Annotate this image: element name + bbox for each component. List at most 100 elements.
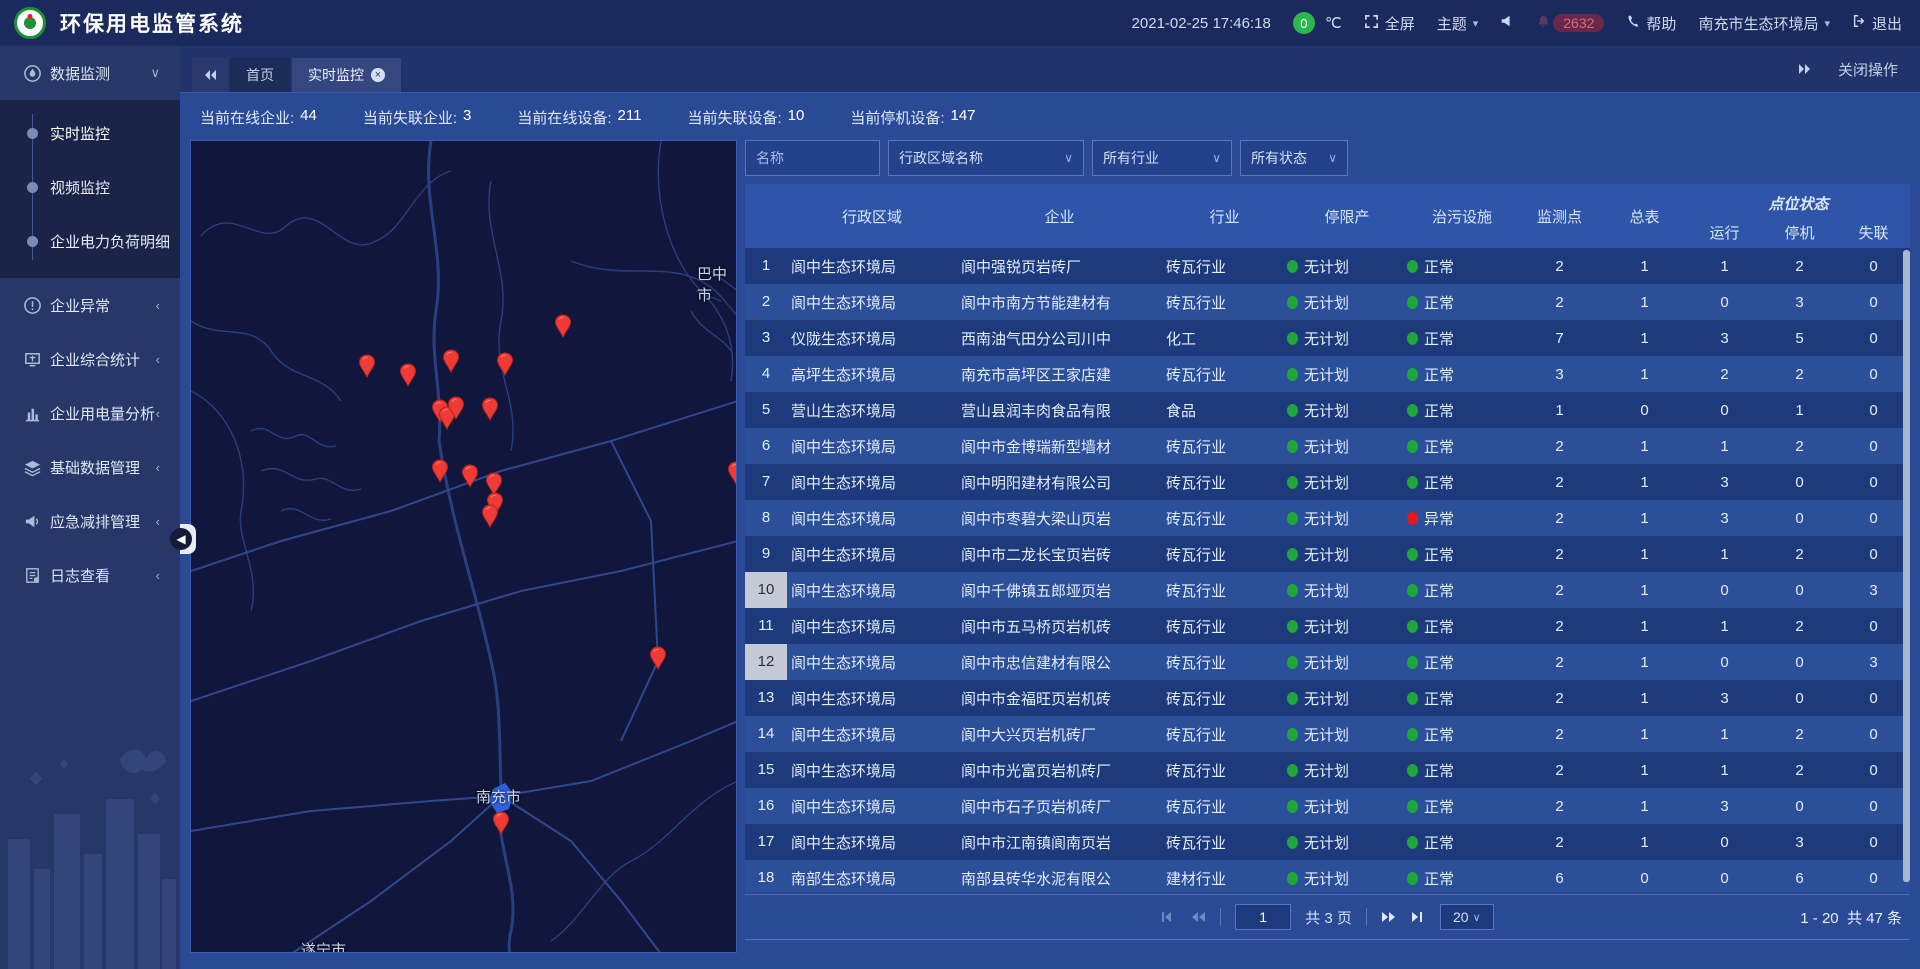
- tabs-scroll-right-button[interactable]: [1798, 63, 1812, 75]
- sidebar-subitem-label: 企业电力负荷明细: [50, 231, 170, 252]
- theme-dropdown[interactable]: 主题▾: [1437, 13, 1479, 34]
- table-row[interactable]: 7阆中生态环境局阆中明阳建材有限公司砖瓦行业无计划正常21300: [745, 464, 1910, 500]
- tabs-scroll-left-button[interactable]: [192, 58, 228, 92]
- org-dropdown[interactable]: 南充市生态环境局▾: [1698, 13, 1830, 34]
- table-row[interactable]: 6阆中生态环境局阆中市金博瑞新型墙材砖瓦行业无计划正常21120: [745, 428, 1910, 464]
- notifications-button[interactable]: 2632: [1536, 14, 1604, 33]
- table-row[interactable]: 1阆中生态环境局阆中强锐页岩砖厂砖瓦行业无计划正常21120: [745, 248, 1910, 284]
- map-pin[interactable]: [358, 354, 376, 379]
- status-dot-green-icon: [1287, 512, 1298, 525]
- cell-stop-count: 1: [1762, 402, 1837, 419]
- first-page-button[interactable]: [1161, 911, 1176, 923]
- map-pin[interactable]: [481, 397, 499, 422]
- table-row[interactable]: 17阆中生态环境局阆中市江南镇阆南页岩砖瓦行业无计划正常21030: [745, 824, 1910, 860]
- table-row[interactable]: 12阆中生态环境局阆中市忠信建材有限公砖瓦行业无计划正常21003: [745, 644, 1910, 680]
- logout-icon: [1852, 14, 1866, 32]
- sidebar-item-企业用电量分析[interactable]: 企业用电量分析‹: [0, 386, 180, 440]
- fullscreen-button[interactable]: 全屏: [1364, 13, 1415, 34]
- table-row[interactable]: 14阆中生态环境局阆中大兴页岩机砖厂砖瓦行业无计划正常21120: [745, 716, 1910, 752]
- map-pin[interactable]: [431, 459, 449, 484]
- table-row[interactable]: 13阆中生态环境局阆中市金福旺页岩机砖砖瓦行业无计划正常21300: [745, 680, 1910, 716]
- table-row[interactable]: 4高坪生态环境局南充市高坪区王家店建砖瓦行业无计划正常31220: [745, 356, 1910, 392]
- table-row[interactable]: 2阆中生态环境局阆中市南方节能建材有砖瓦行业无计划正常21030: [745, 284, 1910, 320]
- status-dot-green-icon: [1287, 332, 1298, 345]
- stat-value: 147: [951, 107, 976, 128]
- tab-close-icon[interactable]: ×: [371, 68, 385, 82]
- tab-首页[interactable]: 首页: [230, 58, 290, 92]
- tab-实时监控[interactable]: 实时监控×: [292, 58, 401, 92]
- industry-select[interactable]: 所有行业∨: [1092, 140, 1232, 176]
- map-pin[interactable]: [481, 504, 499, 529]
- sidebar-collapse-toggle[interactable]: ◀: [180, 524, 196, 554]
- cell-stop-count: 0: [1762, 582, 1837, 599]
- sidebar-item-日志查看[interactable]: 日志查看‹: [0, 548, 180, 602]
- sidebar-item-基础数据管理[interactable]: 基础数据管理‹: [0, 440, 180, 494]
- status-select[interactable]: 所有状态∨: [1240, 140, 1348, 176]
- name-search-input[interactable]: [745, 140, 880, 176]
- logout-button[interactable]: 退出: [1852, 13, 1902, 34]
- map-panel[interactable]: 巴中市南充市遂宁市: [190, 140, 737, 953]
- sidebar-item-应急减排管理[interactable]: 应急减排管理‹: [0, 494, 180, 548]
- header-subcell-失联: 失联: [1837, 216, 1910, 248]
- sidebar-item-企业综合统计[interactable]: 企业综合统计‹: [0, 332, 180, 386]
- table-row[interactable]: 16阆中生态环境局阆中市石子页岩机砖厂砖瓦行业无计划正常21300: [745, 788, 1910, 824]
- status-text: 正常: [1424, 364, 1454, 385]
- status-dot-green-icon: [1407, 404, 1418, 417]
- chevron-down-icon: ∨: [1328, 151, 1337, 165]
- table-row[interactable]: 10阆中生态环境局阆中千佛镇五郎垭页岩砖瓦行业无计划正常21003: [745, 572, 1910, 608]
- status-text: 正常: [1424, 760, 1454, 781]
- sidebar-subitem-视频监控[interactable]: 视频监控: [0, 160, 180, 214]
- alert-icon: [23, 296, 42, 315]
- map-pin[interactable]: [496, 352, 514, 377]
- table-row[interactable]: 8阆中生态环境局阆中市枣碧大梁山页岩砖瓦行业无计划异常21300: [745, 500, 1910, 536]
- cell-stop-limit-status: 无计划: [1287, 508, 1407, 529]
- last-page-button[interactable]: [1411, 911, 1426, 923]
- map-pin[interactable]: [442, 349, 460, 374]
- header-cell-停限产: 停限产: [1287, 184, 1407, 248]
- sidebar-subitem-企业电力负荷明细[interactable]: 企业电力负荷明细: [0, 214, 180, 268]
- cell-total-meter: 1: [1602, 618, 1687, 635]
- table-row[interactable]: 5营山生态环境局营山县润丰肉食品有限食品无计划正常10010: [745, 392, 1910, 428]
- next-page-button[interactable]: [1381, 911, 1397, 923]
- table-row[interactable]: 15阆中生态环境局阆中市光富页岩机砖厂砖瓦行业无计划正常21120: [745, 752, 1910, 788]
- map-pin[interactable]: [649, 646, 667, 671]
- mute-button[interactable]: [1500, 14, 1514, 32]
- cell-monitor-points: 2: [1517, 294, 1602, 311]
- cell-monitor-points: 1: [1517, 402, 1602, 419]
- map-pin[interactable]: [727, 461, 737, 486]
- cell-run-count: 1: [1687, 546, 1762, 563]
- table-scrollbar[interactable]: [1903, 250, 1910, 882]
- cell-run-count: 3: [1687, 798, 1762, 815]
- sidebar-item-企业异常[interactable]: 企业异常‹: [0, 278, 180, 332]
- cell-total-meter: 1: [1602, 762, 1687, 779]
- table-row[interactable]: 18南部生态环境局南部县砖华水泥有限公建材行业无计划正常60060: [745, 860, 1910, 892]
- map-pin[interactable]: [447, 396, 465, 421]
- map-pin[interactable]: [554, 314, 572, 339]
- cell-index: 3: [745, 320, 787, 356]
- status-dot-green-icon: [1287, 404, 1298, 417]
- cell-monitor-points: 2: [1517, 510, 1602, 527]
- page-size-select[interactable]: 20∨: [1440, 904, 1494, 930]
- prev-page-button[interactable]: [1190, 911, 1206, 923]
- map-pin[interactable]: [492, 811, 510, 836]
- map-pin[interactable]: [461, 464, 479, 489]
- name-search-field[interactable]: [756, 150, 869, 166]
- status-text: 正常: [1424, 544, 1454, 565]
- table-row[interactable]: 11阆中生态环境局阆中市五马桥页岩机砖砖瓦行业无计划正常21120: [745, 608, 1910, 644]
- help-button[interactable]: 帮助: [1626, 13, 1676, 34]
- chevron-down-icon: ▾: [1473, 17, 1479, 30]
- sidebar-item-数据监测[interactable]: 数据监测∨: [0, 46, 180, 100]
- status-text: 无计划: [1304, 328, 1349, 349]
- cell-pollution-facility-status: 正常: [1407, 472, 1517, 493]
- filter-bar: 行政区域名称∨ 所有行业∨ 所有状态∨: [745, 140, 1910, 176]
- page-number-input[interactable]: [1235, 904, 1291, 930]
- next-page-icon: [1381, 911, 1397, 923]
- close-operations-button[interactable]: 关闭操作: [1838, 59, 1898, 80]
- header-subcell-运行: 运行: [1687, 216, 1762, 248]
- table-row[interactable]: 9阆中生态环境局阆中市二龙长宝页岩砖砖瓦行业无计划正常21120: [745, 536, 1910, 572]
- map-pin[interactable]: [399, 363, 417, 388]
- table-row[interactable]: 3仪陇生态环境局西南油气田分公司川中化工无计划正常71350: [745, 320, 1910, 356]
- sidebar-subitem-实时监控[interactable]: 实时监控: [0, 106, 180, 160]
- status-dot-green-icon: [1407, 728, 1418, 741]
- region-select[interactable]: 行政区域名称∨: [888, 140, 1084, 176]
